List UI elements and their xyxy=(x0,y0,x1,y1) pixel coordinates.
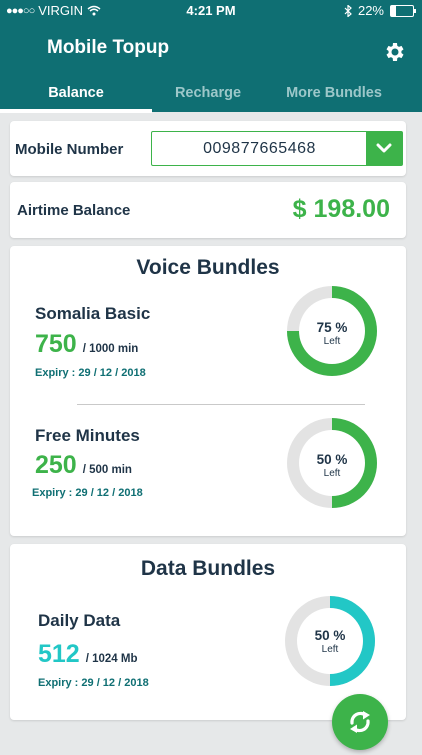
battery-percent: 22% xyxy=(357,3,384,18)
usage-ring-label: 75 % Left xyxy=(307,320,357,347)
page-title: Mobile Topup xyxy=(47,37,170,58)
tab-recharge[interactable]: Recharge xyxy=(133,77,283,112)
mobile-number-label: Mobile Number xyxy=(15,141,124,158)
bundle-expiry: Expiry : 29 / 12 / 2018 xyxy=(35,367,146,379)
chevron-down-icon xyxy=(376,143,392,153)
airtime-balance-card: Airtime Balance $ 198.00 xyxy=(10,182,406,238)
usage-percent: 50 % xyxy=(314,628,346,643)
airtime-balance-label: Airtime Balance xyxy=(17,202,131,219)
data-bundles-title: Data Bundles xyxy=(140,557,276,580)
bundle-name: Somalia Basic xyxy=(35,304,151,323)
app-header: Mobile Topup Balance Recharge More Bundl… xyxy=(0,20,422,113)
mobile-number-value: 009877665468 xyxy=(203,140,316,157)
bundle-remaining: 250 / 500 min xyxy=(35,451,132,480)
status-right: 22% xyxy=(344,3,416,18)
usage-left-label: Left xyxy=(321,644,339,655)
usage-left-label: Left xyxy=(323,336,341,347)
mobile-number-select[interactable]: 009877665468 xyxy=(151,131,403,166)
airtime-balance-value: $ 198.00 xyxy=(292,195,390,223)
voice-bundles-card: Voice Bundles Somalia Basic 750 / 1000 mi… xyxy=(10,246,406,536)
dropdown-button[interactable] xyxy=(366,132,402,165)
bundle-remaining: 512 / 1024 Mb xyxy=(38,640,138,669)
usage-ring-label: 50 % Left xyxy=(307,452,357,479)
bundle-total: / 1024 Mb xyxy=(85,653,138,665)
refresh-icon xyxy=(350,711,370,733)
gear-icon[interactable] xyxy=(382,40,406,64)
usage-percent: 50 % xyxy=(316,452,348,467)
active-tab-indicator xyxy=(0,109,152,113)
bundle-name: Free Minutes xyxy=(35,426,140,445)
tab-bar: Balance Recharge More Bundles xyxy=(0,77,422,113)
bundle-remaining-amount: 250 xyxy=(35,451,77,479)
bundle-total: / 500 min xyxy=(82,464,132,476)
usage-ring-label: 50 % Left xyxy=(305,628,355,655)
bundle-expiry: Expiry : 29 / 12 / 2018 xyxy=(38,677,149,689)
tab-balance[interactable]: Balance xyxy=(0,77,152,112)
bluetooth-icon xyxy=(344,4,352,17)
bundle-total: / 1000 min xyxy=(82,343,139,355)
bundle-expiry: Expiry : 29 / 12 / 2018 xyxy=(32,487,143,499)
bundle-name: Daily Data xyxy=(38,611,121,630)
refresh-button[interactable] xyxy=(332,694,388,750)
status-bar: ●●●○○ VIRGIN 4:21 PM 22% xyxy=(0,0,422,20)
bundle-remaining-amount: 512 xyxy=(38,640,80,668)
tab-more-bundles[interactable]: More Bundles xyxy=(268,77,400,112)
voice-bundles-title: Voice Bundles xyxy=(136,256,280,279)
battery-icon xyxy=(390,4,416,17)
usage-left-label: Left xyxy=(323,468,341,479)
bundle-remaining-amount: 750 xyxy=(35,330,77,358)
bundle-remaining: 750 / 1000 min xyxy=(35,330,138,359)
usage-percent: 75 % xyxy=(316,320,348,335)
mobile-number-card: Mobile Number 009877665468 xyxy=(10,121,406,176)
bundle-divider xyxy=(77,404,365,405)
